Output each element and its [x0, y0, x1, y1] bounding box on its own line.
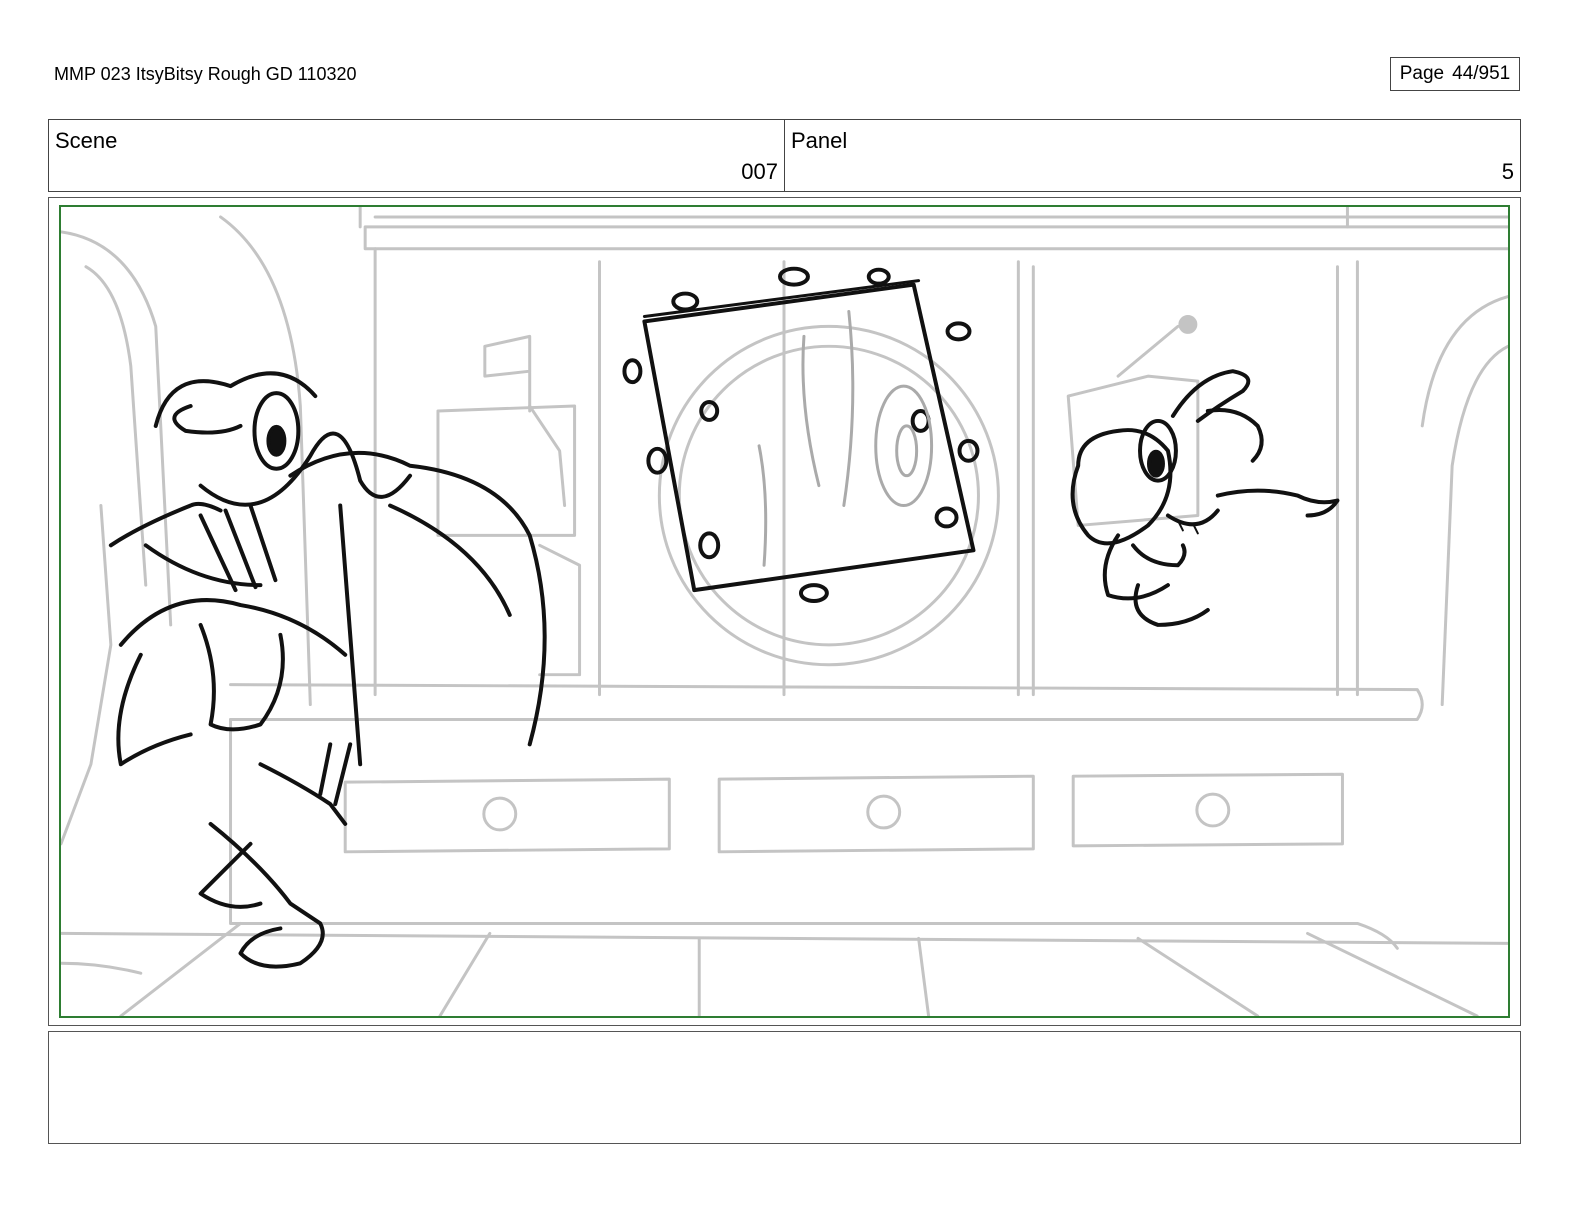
storyboard-sketch	[61, 207, 1508, 1016]
panel-value: 5	[1501, 159, 1514, 184]
scene-cell: Scene 007	[49, 120, 785, 191]
scene-panel-info: Scene 007 Panel 5	[48, 119, 1521, 192]
hanging-picture	[622, 266, 980, 604]
character-right	[1070, 369, 1340, 627]
background-set	[61, 207, 1508, 1016]
notes-box	[48, 1031, 1521, 1144]
storyboard-frame	[48, 197, 1521, 1026]
scene-value: 007	[741, 159, 778, 184]
character-left	[108, 371, 547, 969]
page-number: 44/951	[1452, 63, 1511, 84]
scene-label: Scene	[55, 128, 118, 153]
page-indicator: Page 44/951	[1390, 57, 1520, 91]
storyboard-drawing-area	[59, 205, 1510, 1018]
panel-label: Panel	[791, 128, 848, 153]
panel-cell: Panel 5	[785, 120, 1520, 191]
page-label: Page	[1399, 63, 1445, 84]
document-title: MMP 023 ItsyBitsy Rough GD 110320	[54, 64, 357, 84]
